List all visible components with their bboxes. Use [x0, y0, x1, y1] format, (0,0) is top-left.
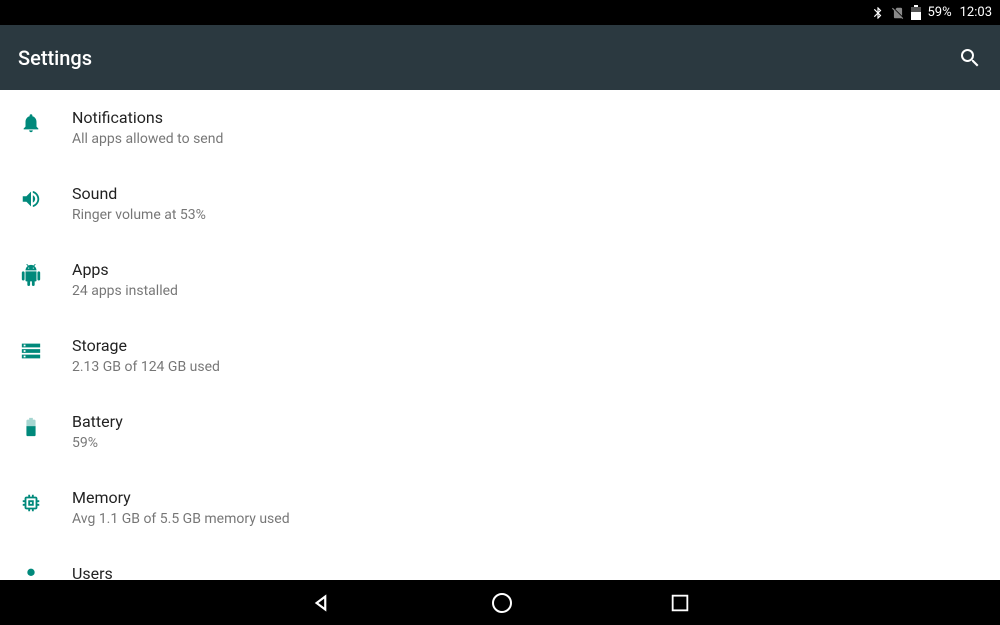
- nav-recent-button[interactable]: [669, 592, 691, 614]
- settings-item-battery[interactable]: Battery 59%: [0, 394, 1000, 470]
- item-title: Apps: [72, 259, 984, 281]
- item-subtitle: Avg 1.1 GB of 5.5 GB memory used: [72, 509, 984, 529]
- settings-list[interactable]: Notifications All apps allowed to send S…: [0, 90, 1000, 580]
- item-title: Notifications: [72, 107, 984, 129]
- settings-item-sound[interactable]: Sound Ringer volume at 53%: [0, 166, 1000, 242]
- item-title: Sound: [72, 183, 984, 205]
- storage-icon: [18, 335, 72, 362]
- settings-item-storage[interactable]: Storage 2.13 GB of 124 GB used: [0, 318, 1000, 394]
- status-bar: 59% 12:03: [0, 0, 1000, 25]
- item-title: Storage: [72, 335, 984, 357]
- home-icon: [490, 591, 514, 615]
- bell-icon: [18, 107, 72, 134]
- nav-home-button[interactable]: [490, 591, 514, 615]
- settings-item-notifications[interactable]: Notifications All apps allowed to send: [0, 90, 1000, 166]
- memory-icon: [18, 487, 72, 514]
- item-title: Users: [72, 563, 984, 580]
- nav-back-button[interactable]: [309, 590, 335, 616]
- item-title: Battery: [72, 411, 984, 433]
- clock: 12:03: [960, 5, 992, 20]
- item-title: Memory: [72, 487, 984, 509]
- search-button[interactable]: [958, 46, 982, 70]
- settings-item-memory[interactable]: Memory Avg 1.1 GB of 5.5 GB memory used: [0, 470, 1000, 546]
- page-title: Settings: [18, 46, 92, 70]
- battery-icon: [911, 5, 921, 20]
- user-icon: [18, 563, 72, 580]
- android-icon: [18, 259, 72, 286]
- settings-item-apps[interactable]: Apps 24 apps installed: [0, 242, 1000, 318]
- battery-icon: [18, 411, 72, 438]
- recent-icon: [669, 592, 691, 614]
- back-icon: [309, 590, 335, 616]
- volume-icon: [18, 183, 72, 210]
- battery-percent: 59%: [927, 5, 951, 20]
- no-sim-icon: [891, 6, 905, 20]
- item-subtitle: 59%: [72, 433, 984, 453]
- item-subtitle: 2.13 GB of 124 GB used: [72, 357, 984, 377]
- item-subtitle: All apps allowed to send: [72, 129, 984, 149]
- settings-item-users[interactable]: Users: [0, 546, 1000, 580]
- bluetooth-icon: [871, 6, 885, 20]
- app-bar: Settings: [0, 25, 1000, 90]
- search-icon: [958, 46, 982, 70]
- navigation-bar: [0, 580, 1000, 625]
- item-subtitle: Ringer volume at 53%: [72, 205, 984, 225]
- item-subtitle: 24 apps installed: [72, 281, 984, 301]
